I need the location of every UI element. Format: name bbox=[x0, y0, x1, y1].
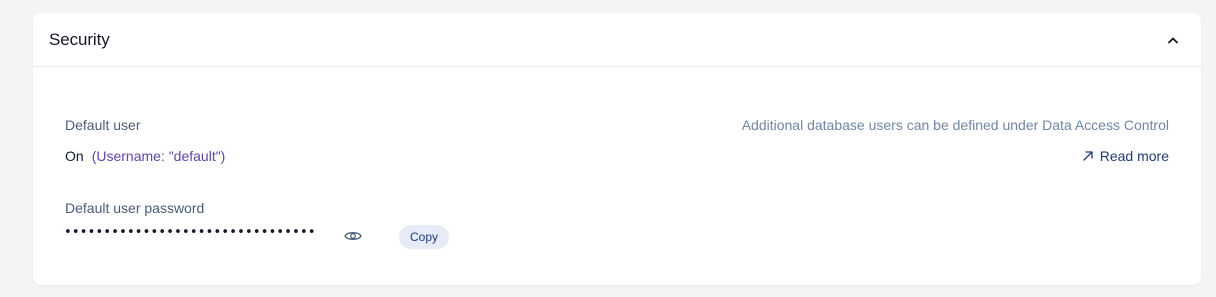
read-more-label: Read more bbox=[1099, 148, 1169, 164]
password-masked-value: •••••••••••••••••••••••••••••••• bbox=[64, 225, 316, 240]
default-user-status: On bbox=[65, 148, 84, 164]
chevron-up-icon bbox=[1168, 37, 1178, 43]
security-section-header[interactable]: Security bbox=[33, 13, 1201, 67]
section-title: Security bbox=[49, 29, 110, 49]
read-more-link[interactable]: Read more bbox=[1082, 148, 1169, 164]
default-user-status-line: On (Username: "default") bbox=[65, 148, 225, 164]
arrow-up-right-icon bbox=[1083, 151, 1093, 161]
default-user-password-label: Default user password bbox=[65, 200, 205, 216]
show-password-toggle[interactable] bbox=[343, 227, 363, 245]
collapse-toggle[interactable] bbox=[1163, 30, 1183, 50]
security-card: Security Default user On (Username: "def… bbox=[33, 13, 1201, 285]
eye-icon bbox=[344, 232, 362, 240]
copy-password-button[interactable]: Copy bbox=[399, 225, 450, 249]
default-username-note: (Username: "default") bbox=[91, 148, 226, 164]
additional-users-info: Additional database users can be defined… bbox=[741, 117, 1169, 133]
default-user-label: Default user bbox=[65, 117, 141, 133]
